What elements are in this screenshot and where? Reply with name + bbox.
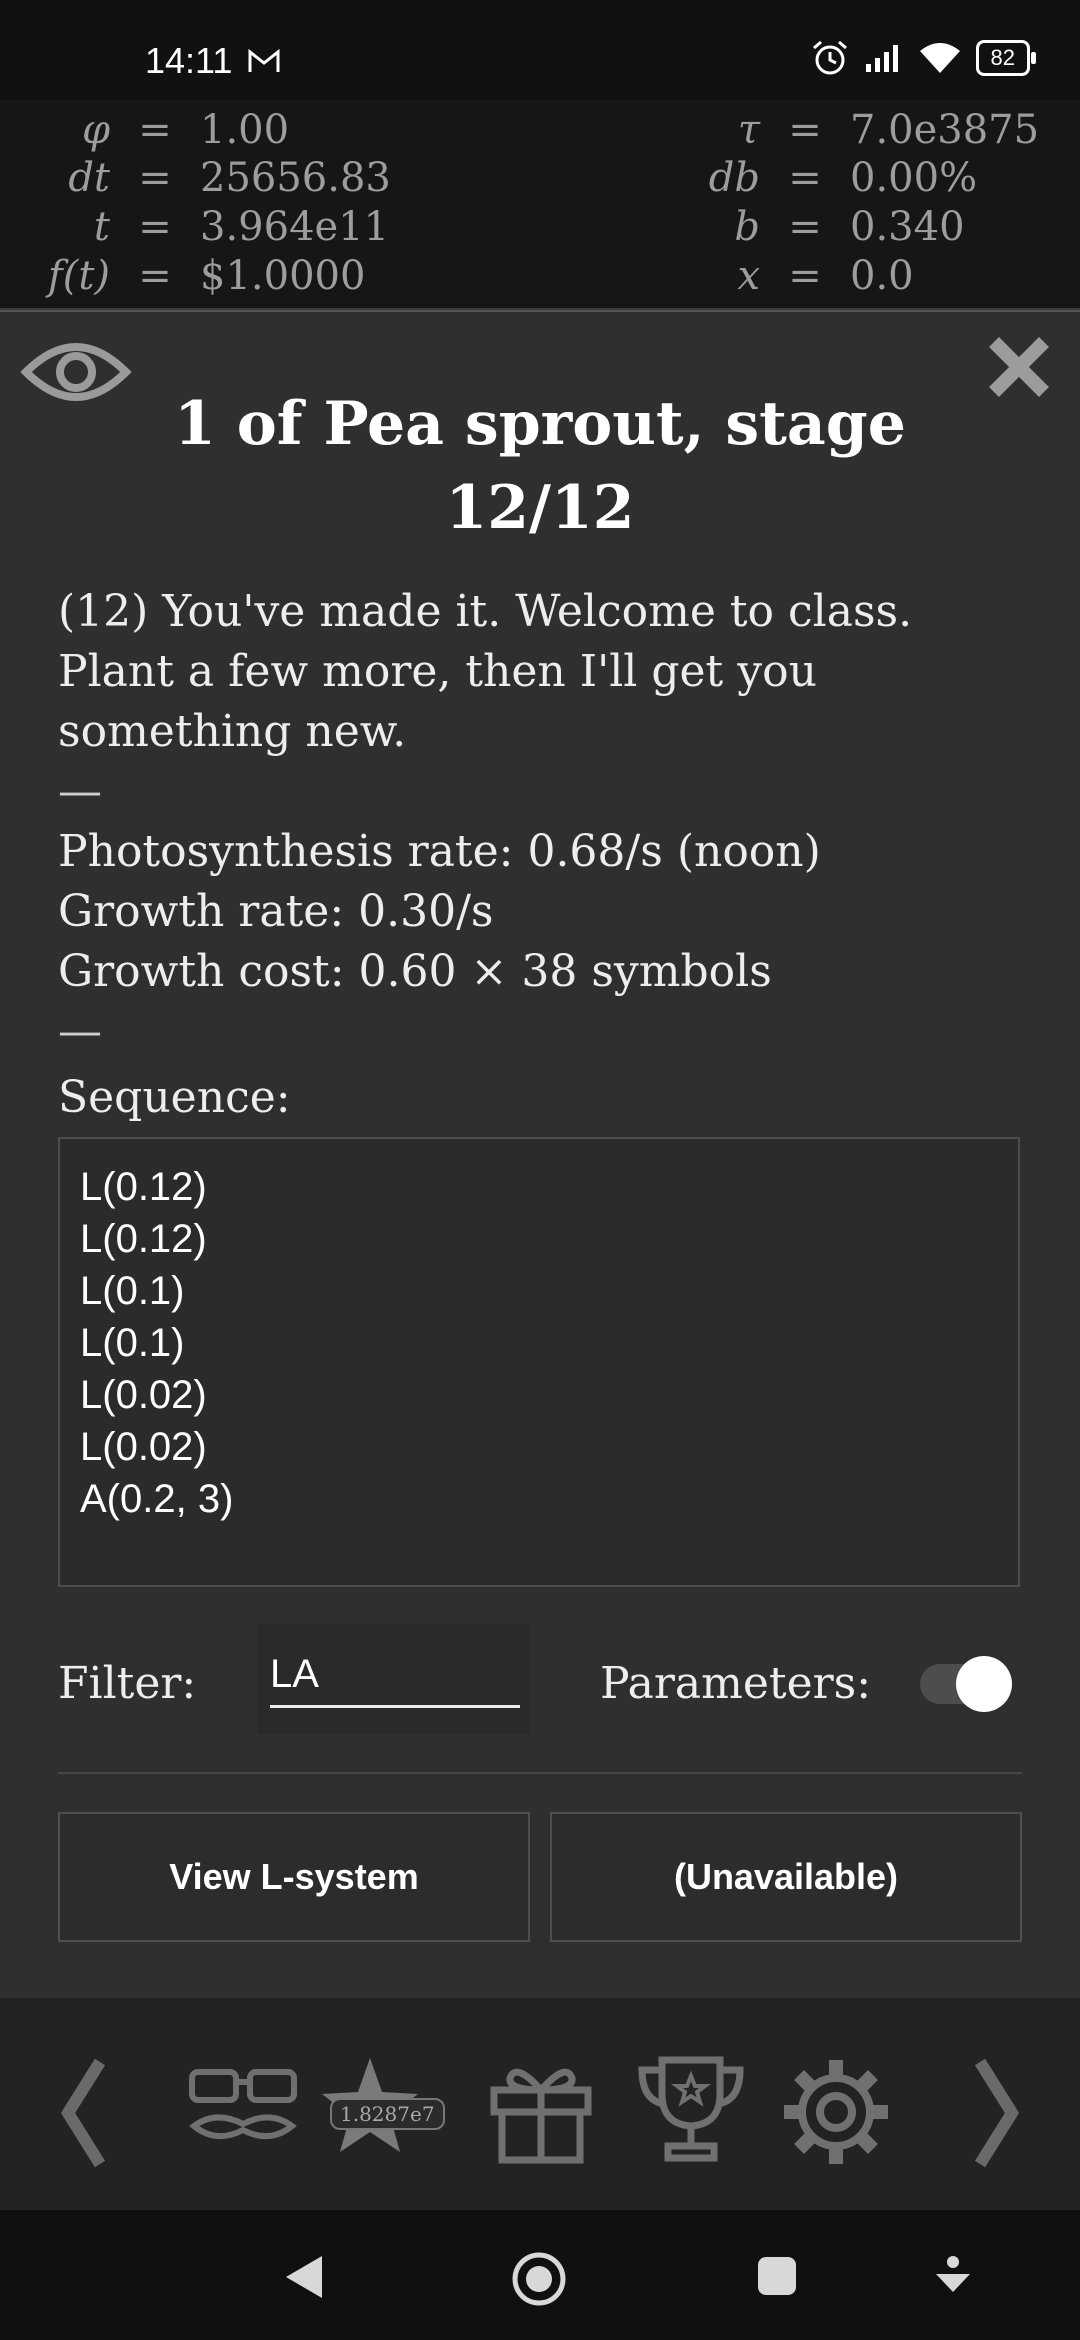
plant-info-panel: 1 of Pea sprout, stage 12/12 (12) You've… (0, 310, 1080, 2000)
parameters-toggle[interactable] (920, 1656, 1012, 1712)
recents-icon[interactable] (756, 2255, 798, 2297)
unavailable-button[interactable]: (Unavailable) (550, 1812, 1022, 1942)
variable-db: db = 0.00% (708, 155, 978, 201)
separator-dash: — (58, 1006, 102, 1057)
close-icon[interactable] (986, 334, 1052, 400)
separator-dash: — (58, 766, 102, 817)
divider (58, 1772, 1022, 1774)
toggle-knob (956, 1656, 1012, 1712)
signal-icon (865, 45, 898, 72)
star-count-badge: 1.8287e7 (330, 2098, 445, 2130)
filter-input[interactable] (270, 1648, 520, 1708)
sequence-item: L(0.12) (80, 1217, 207, 1261)
gift-icon[interactable] (486, 2056, 596, 2166)
filter-field (258, 1624, 530, 1734)
sequence-item: L(0.12) (80, 1165, 207, 1209)
status-icons: 82 (810, 38, 1037, 78)
variable-f-t: f(t) = $1.0000 (47, 253, 366, 299)
filter-label: Filter: (58, 1658, 197, 1709)
growth-cost: Growth cost: 0.60 × 38 symbols (58, 946, 772, 997)
sequence-box[interactable]: L(0.12) L(0.12) L(0.1) L(0.1) L(0.02) L(… (58, 1137, 1020, 1587)
sequence-item: A(0.2, 3) (80, 1477, 234, 1521)
chevron-left-icon[interactable] (58, 2058, 108, 2168)
gear-icon[interactable] (780, 2056, 892, 2168)
sequence-item: L(0.1) (80, 1321, 185, 1365)
view-lsystem-button[interactable]: View L-system (58, 1812, 530, 1942)
disguise-icon[interactable] (186, 2064, 300, 2148)
variable-dt: dt = 25656.83 (68, 155, 391, 201)
wifi-icon (919, 43, 960, 73)
eye-icon[interactable] (20, 332, 132, 412)
variables-panel: φ = 1.00 dt = 25656.83 t = 3.964e11 f(t) = $1.00… (0, 100, 1080, 310)
variable-b: b = 0.340 (734, 204, 965, 250)
variable-phi: φ = 1.00 (81, 107, 290, 153)
system-nav-bar (0, 2210, 1080, 2340)
panel-description-block: (12) You've made it. Welcome to class. P… (58, 582, 1028, 1128)
sequence-label: Sequence: (58, 1072, 291, 1123)
parameters-label: Parameters: (600, 1658, 872, 1709)
chevron-right-icon[interactable] (972, 2058, 1022, 2168)
sequence-item: L(0.02) (80, 1373, 207, 1417)
alarm-icon (812, 40, 847, 75)
panel-title: 1 of Pea sprout, stage 12/12 (174, 389, 906, 543)
growth-rate: Growth rate: 0.30/s (58, 886, 494, 937)
sequence-item: L(0.02) (80, 1425, 207, 1469)
battery-indicator: 82 (975, 40, 1037, 76)
variable-t: t = 3.964e11 (93, 204, 390, 250)
trophy-icon[interactable] (636, 2054, 746, 2164)
variable-x: x = 0.0 (737, 253, 914, 299)
bottom-toolbar: 1.8287e7 (0, 1998, 1080, 2210)
plant-description: (12) You've made it. Welcome to class. P… (58, 586, 913, 757)
accessibility-icon[interactable] (934, 2254, 972, 2300)
photosynthesis-rate: Photosynthesis rate: 0.68/s (noon) (58, 826, 821, 877)
sequence-item: L(0.1) (80, 1269, 185, 1313)
status-time: 14:11 (145, 40, 233, 81)
variable-tau: τ = 7.0e3875 (737, 107, 1040, 153)
status-bar: 14:11 82 (0, 0, 1080, 100)
home-icon[interactable] (510, 2250, 568, 2308)
back-icon[interactable] (280, 2252, 326, 2302)
gmail-icon (248, 48, 280, 72)
